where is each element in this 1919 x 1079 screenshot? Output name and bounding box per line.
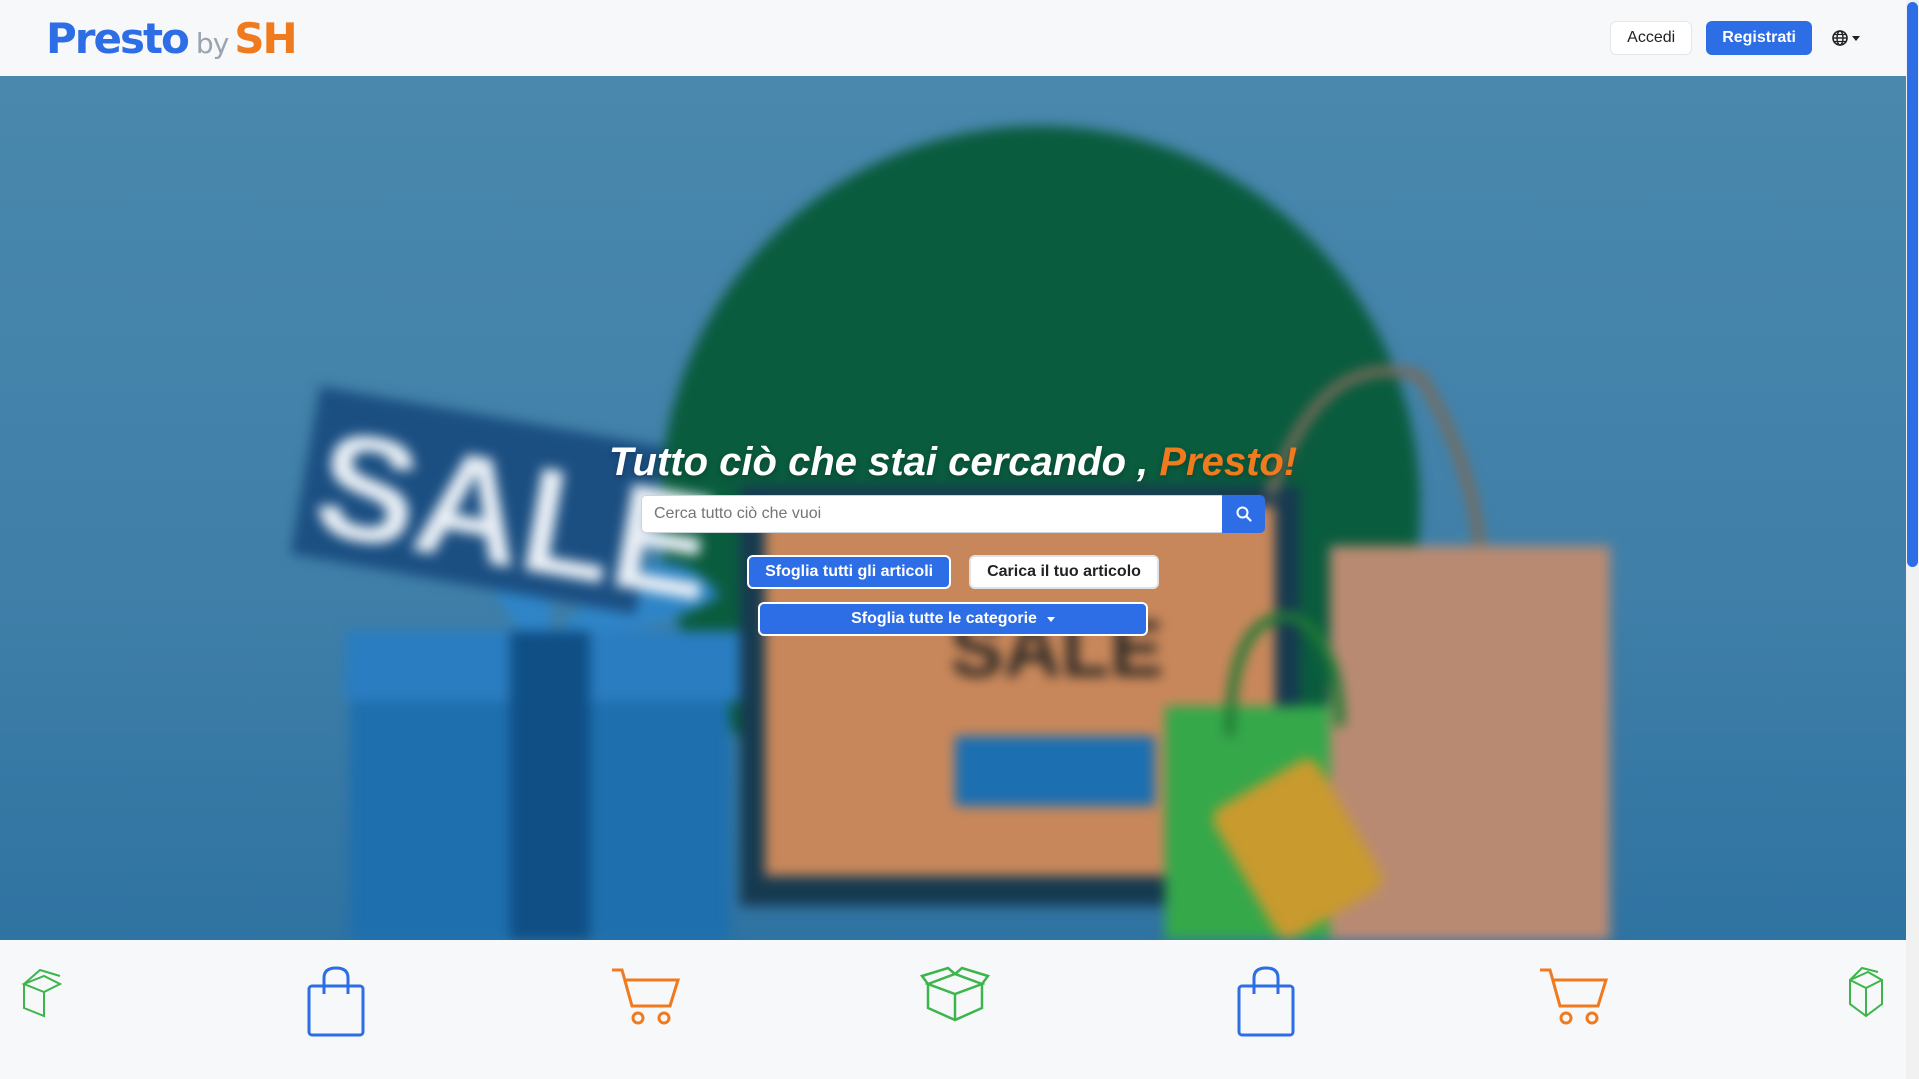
search-input[interactable]	[641, 495, 1222, 533]
browse-categories-label: Sfoglia tutte le categorie	[851, 610, 1037, 627]
page-scrollbar[interactable]	[1906, 0, 1919, 1079]
hero-banner: SALE SALE Tutto ciò che stai cercando , …	[0, 76, 1906, 940]
search-form	[641, 495, 1265, 533]
brand-suffix: SH	[234, 13, 297, 63]
page: Presto by SH Accedi Registrati SALE SALE…	[0, 0, 1919, 1079]
hero-content: Tutto ciò che stai cercando , Presto! Sf…	[0, 76, 1906, 940]
headline-text: Tutto ciò che stai cercando ,	[608, 440, 1149, 484]
shopping-bag-icon	[1237, 966, 1295, 1037]
browse-articles-button[interactable]: Sfoglia tutti gli articoli	[747, 555, 952, 589]
chevron-down-icon	[1046, 616, 1055, 622]
language-dropdown[interactable]	[1832, 30, 1860, 46]
hero-actions: Sfoglia tutti gli articoli Carica il tuo…	[747, 555, 1159, 589]
cart-icon	[612, 968, 681, 1025]
hero-headline: Tutto ciò che stai cercando , Presto!	[609, 440, 1297, 485]
browse-categories-dropdown[interactable]: Sfoglia tutte le categorie	[758, 602, 1148, 636]
nav-actions: Accedi Registrati	[1610, 21, 1860, 55]
icon-carousel	[0, 940, 1906, 1079]
brand-logo[interactable]: Presto by SH	[46, 13, 298, 63]
search-button[interactable]	[1222, 495, 1265, 533]
shopping-bag-icon	[307, 966, 365, 1037]
chevron-down-icon	[1852, 35, 1860, 41]
box-icon	[920, 966, 990, 1022]
headline-accent: Presto!	[1159, 440, 1298, 484]
box-icon	[1849, 966, 1883, 1018]
brand-name: Presto	[46, 13, 190, 63]
login-button[interactable]: Accedi	[1610, 21, 1693, 55]
box-icon	[21, 968, 63, 1018]
register-button[interactable]: Registrati	[1706, 21, 1812, 55]
brand-by: by	[195, 26, 229, 60]
scrollbar-thumb[interactable]	[1907, 2, 1918, 567]
navbar: Presto by SH Accedi Registrati	[0, 0, 1906, 76]
search-icon	[1236, 506, 1252, 522]
globe-icon	[1832, 30, 1848, 46]
cart-icon	[1540, 968, 1609, 1025]
upload-article-button[interactable]: Carica il tuo articolo	[969, 555, 1159, 589]
